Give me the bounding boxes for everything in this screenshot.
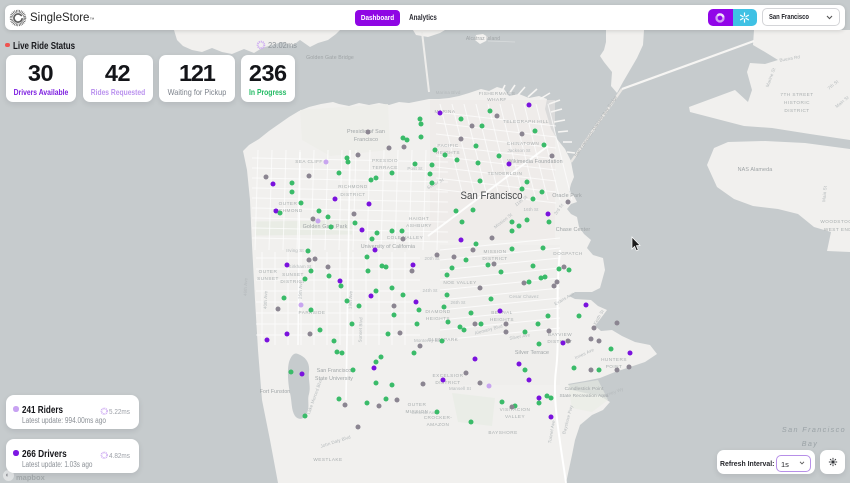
svg-text:DISTRICT: DISTRICT [482,256,507,261]
svg-text:25th Ave: 25th Ave [298,280,304,299]
svg-text:Candlestick Point: Candlestick Point [565,386,604,392]
svg-text:Post St: Post St [407,166,423,171]
svg-text:46th Ave: 46th Ave [243,277,249,296]
svg-text:TENDERLOIN: TENDERLOIN [488,171,523,176]
svg-text:Francisco: Francisco [354,137,378,143]
svg-text:Oracle Park: Oracle Park [552,193,582,199]
svg-text:DISTRICT: DISTRICT [340,192,365,197]
svg-text:EXCELSIOR: EXCELSIOR [433,373,464,378]
svg-text:CROCKER-: CROCKER- [424,415,453,420]
svg-text:RICHMOND: RICHMOND [338,184,368,189]
svg-text:WHARF: WHARF [487,97,506,102]
svg-text:Golden Gate Bridge: Golden Gate Bridge [306,55,354,61]
svg-text:Wikimedia Foundation: Wikimedia Foundation [507,159,562,165]
svg-text:University of California: University of California [361,244,415,250]
svg-text:HUNTERS: HUNTERS [601,357,627,362]
svg-text:FISHERMAN'S: FISHERMAN'S [479,91,516,96]
svg-text:VALLEY: VALLEY [505,414,525,419]
svg-text:Chase Center: Chase Center [556,227,591,233]
svg-text:OUTER: OUTER [259,269,278,274]
svg-text:Geneva Ave: Geneva Ave [411,410,437,415]
svg-text:24th St: 24th St [423,288,439,293]
svg-text:POINT: POINT [606,364,623,369]
svg-text:OUTER: OUTER [279,201,298,206]
svg-text:San Francisco: San Francisco [782,425,846,434]
svg-text:Jackson St: Jackson St [507,148,531,153]
svg-text:Sunset Blvd: Sunset Blvd [358,317,364,343]
svg-text:Golden Gate Park: Golden Gate Park [303,224,348,230]
svg-text:Marina Blvd: Marina Blvd [436,90,461,95]
svg-text:PRESIDIO: PRESIDIO [372,158,398,163]
svg-text:Fort Funston: Fort Funston [260,389,291,395]
svg-text:Silver Terrace: Silver Terrace [515,350,549,356]
svg-text:HEIGHTS: HEIGHTS [490,317,514,322]
svg-text:ASHBURY: ASHBURY [406,223,432,228]
svg-text:San Francisco: San Francisco [317,368,351,374]
svg-text:7TH STREET: 7TH STREET [780,92,813,97]
svg-text:Mansell St: Mansell St [449,386,472,391]
svg-text:DISTRICT: DISTRICT [435,380,460,385]
svg-text:TELEGRAPH HILL: TELEGRAPH HILL [503,119,549,124]
svg-text:CHINATOWN: CHINATOWN [507,141,540,146]
svg-text:BAYVIEW: BAYVIEW [548,332,572,337]
svg-text:WOODSTOCK: WOODSTOCK [820,219,850,224]
svg-text:HEIGHTS: HEIGHTS [436,150,460,155]
svg-text:WESTLAKE: WESTLAKE [313,457,342,462]
svg-text:MISSION: MISSION [484,249,507,254]
svg-text:HAIGHT: HAIGHT [409,216,429,221]
svg-text:Kirkham St: Kirkham St [288,264,312,269]
svg-text:16th St: 16th St [524,207,540,212]
svg-text:SUNSET: SUNSET [282,272,304,277]
svg-text:26th St: 26th St [451,300,467,305]
svg-text:SEA CLIFF: SEA CLIFF [295,159,323,164]
svg-text:TERRACE: TERRACE [372,165,398,170]
svg-text:OUTER: OUTER [408,402,427,407]
svg-text:NAS Alameda: NAS Alameda [738,167,773,173]
svg-text:Bay: Bay [802,439,819,448]
svg-text:DISTRICT: DISTRICT [784,108,809,113]
svg-text:Alcatraz Island: Alcatraz Island [466,36,500,42]
svg-text:DIAMOND: DIAMOND [425,309,450,314]
svg-text:WEST END: WEST END [824,227,850,232]
svg-text:DOGPATCH: DOGPATCH [553,251,582,256]
svg-text:NOE VALLEY: NOE VALLEY [443,280,477,285]
svg-text:SUNSET: SUNSET [257,276,279,281]
svg-text:40th Ave: 40th Ave [263,290,269,309]
svg-text:AMAZON: AMAZON [427,422,450,427]
svg-text:HISTORIC: HISTORIC [784,100,810,105]
svg-text:PACIFIC: PACIFIC [437,143,458,148]
svg-text:Cesar Chavez: Cesar Chavez [509,294,539,299]
svg-text:San Francisco: San Francisco [461,190,523,202]
svg-text:Irving St: Irving St [286,248,304,253]
svg-text:BAYSHORE: BAYSHORE [488,430,517,435]
